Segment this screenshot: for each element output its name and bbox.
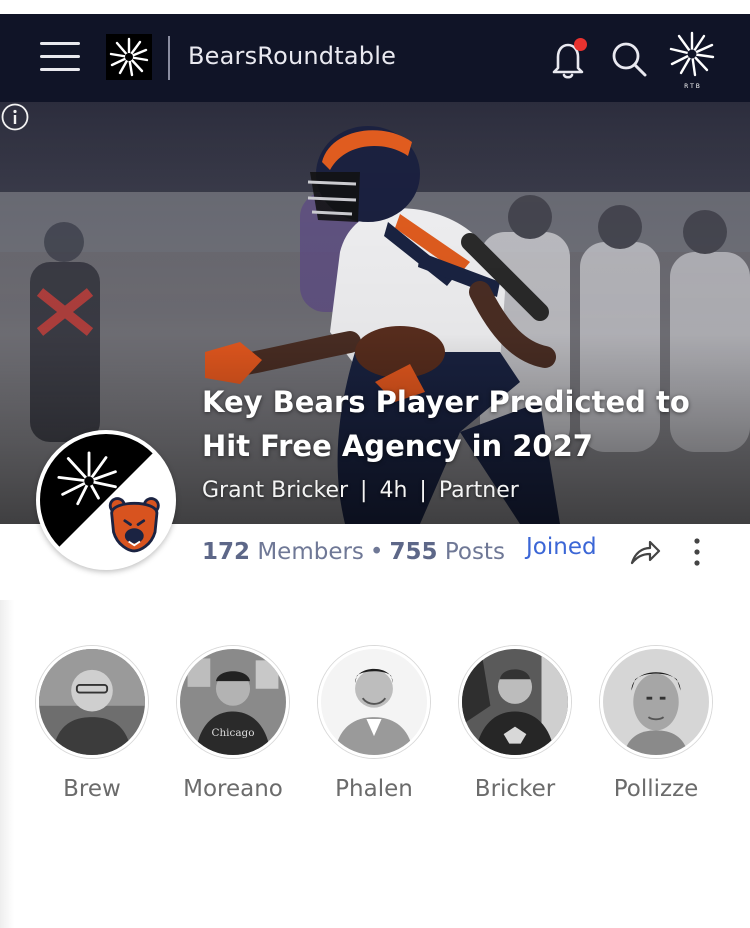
meta-separator: | xyxy=(360,478,368,503)
writer-bricker[interactable]: Bricker xyxy=(450,646,580,802)
status-gap xyxy=(0,0,750,14)
writer-name: Brew xyxy=(63,776,121,802)
article-title[interactable]: Key Bears Player Predicted to Hit Free A… xyxy=(202,380,722,468)
search-icon[interactable] xyxy=(608,38,650,80)
writer-name: Phalen xyxy=(335,776,413,802)
members-count: 172 xyxy=(202,539,251,565)
article-tag: Partner xyxy=(438,478,519,503)
svg-text:Chicago: Chicago xyxy=(212,727,255,739)
posts-label: Posts xyxy=(444,539,505,565)
writer-name: Moreano xyxy=(183,776,283,802)
site-name[interactable]: BearsRoundtable xyxy=(188,42,396,70)
rtb-logo-icon[interactable]: R T B xyxy=(666,30,718,90)
more-options-icon[interactable] xyxy=(688,536,706,568)
writer-pollizze[interactable]: Pollizze xyxy=(591,646,721,802)
notification-dot xyxy=(574,38,587,51)
site-logo-icon[interactable] xyxy=(106,34,152,80)
writer-avatar xyxy=(600,646,712,758)
writer-avatar: Chicago xyxy=(177,646,289,758)
share-icon[interactable] xyxy=(628,536,662,568)
article-age: 4h xyxy=(379,478,408,503)
top-navbar: BearsRoundtable R T B xyxy=(0,14,750,102)
community-logo-icon xyxy=(40,434,172,566)
posts-count: 755 xyxy=(389,539,438,565)
article-author[interactable]: Grant Bricker xyxy=(202,478,348,503)
hamburger-menu-icon[interactable] xyxy=(40,40,82,74)
community-stats: 172 Members • 755 Posts xyxy=(202,534,505,570)
community-avatar[interactable] xyxy=(36,430,176,570)
writer-avatar xyxy=(36,646,148,758)
writer-name: Bricker xyxy=(474,776,556,802)
writer-brew[interactable]: Brew xyxy=(27,646,157,802)
writer-avatar xyxy=(459,646,571,758)
writer-moreano[interactable]: Chicago Moreano xyxy=(168,646,298,802)
rtb-logo-text: R T B xyxy=(684,83,700,90)
members-label: Members xyxy=(257,539,364,565)
stats-dot: • xyxy=(369,539,384,565)
writer-avatar xyxy=(318,646,430,758)
info-icon[interactable] xyxy=(0,102,30,132)
writer-phalen[interactable]: Phalen xyxy=(309,646,439,802)
meta-separator: | xyxy=(419,478,427,503)
article-meta: Grant Bricker | 4h | Partner xyxy=(202,478,519,503)
nav-divider xyxy=(168,36,170,80)
writer-name: Pollizze xyxy=(613,776,699,802)
joined-button[interactable]: Joined xyxy=(526,534,597,560)
writers-row: Brew Chicago Moreano Phalen Bricker Poll… xyxy=(0,646,750,816)
